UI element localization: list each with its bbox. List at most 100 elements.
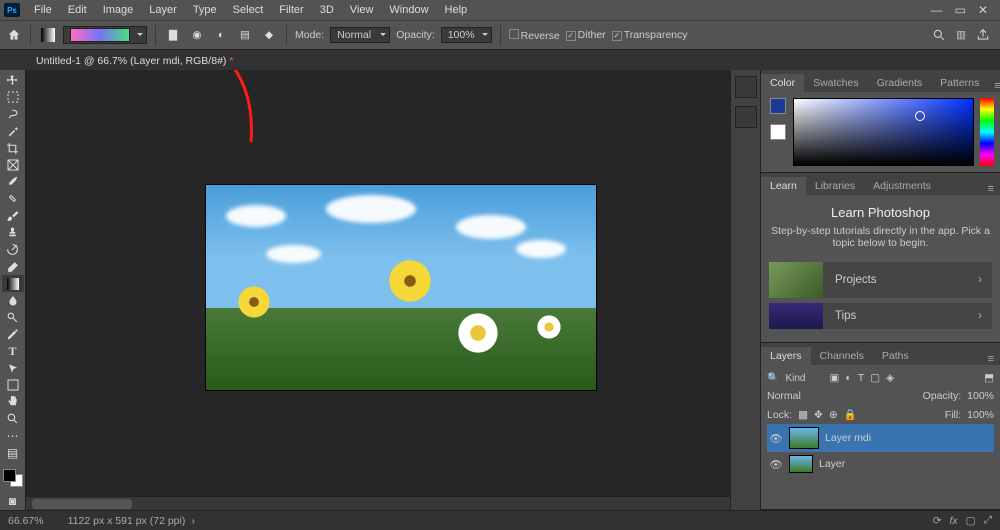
filter-type-icon[interactable]: T <box>858 372 864 384</box>
status-expand-icon[interactable]: ⤢ <box>984 514 992 527</box>
layer-filter-dropdown[interactable]: Kind <box>785 373 823 384</box>
layer-blend-dropdown[interactable]: Normal <box>767 390 827 402</box>
history-brush-tool-icon[interactable] <box>2 241 24 258</box>
hand-tool-icon[interactable] <box>2 394 24 411</box>
menu-file[interactable]: File <box>26 2 60 18</box>
type-tool-icon[interactable]: T <box>2 343 24 360</box>
quickmask-icon[interactable]: ◙ <box>2 493 24 510</box>
gradient-tool-icon[interactable] <box>2 275 24 292</box>
gradient-reflected-icon[interactable]: ▤ <box>236 26 254 44</box>
zoom-tool-icon[interactable] <box>2 410 24 427</box>
layer-row[interactable]: 👁 Layer <box>767 452 994 476</box>
lock-all-icon[interactable]: 🔒 <box>844 408 857 421</box>
document-canvas[interactable] <box>206 185 596 390</box>
tab-adjustments[interactable]: Adjustments <box>864 177 940 195</box>
wand-tool-icon[interactable] <box>2 123 24 140</box>
window-minimize-icon[interactable]: — <box>931 3 943 17</box>
blend-mode-dropdown[interactable]: Normal <box>330 27 390 43</box>
opacity-dropdown[interactable]: 100% <box>441 27 492 43</box>
menu-window[interactable]: Window <box>381 2 436 18</box>
document-dimensions[interactable]: 1122 px x 591 px (72 ppi) <box>68 515 186 527</box>
filter-shape-icon[interactable]: ▢ <box>870 372 880 384</box>
home-icon[interactable] <box>6 27 22 43</box>
tab-patterns[interactable]: Patterns <box>931 74 988 92</box>
menu-help[interactable]: Help <box>437 2 476 18</box>
learn-item-projects[interactable]: Projects › <box>769 262 992 298</box>
menu-type[interactable]: Type <box>185 2 225 18</box>
zoom-level[interactable]: 66.67% <box>8 515 44 527</box>
eraser-tool-icon[interactable] <box>2 258 24 275</box>
stamp-tool-icon[interactable] <box>2 224 24 241</box>
tab-learn[interactable]: Learn <box>761 177 806 195</box>
tab-paths[interactable]: Paths <box>873 347 918 365</box>
horizontal-scrollbar[interactable] <box>26 496 730 510</box>
share-icon[interactable] <box>976 28 990 42</box>
status-sync-icon[interactable]: ⟳ <box>933 515 942 527</box>
menu-edit[interactable]: Edit <box>60 2 95 18</box>
panel-menu-icon[interactable]: ≡ <box>982 183 1000 195</box>
frame-tool-icon[interactable] <box>2 157 24 174</box>
foreground-swatch[interactable] <box>770 98 786 114</box>
tab-color[interactable]: Color <box>761 74 804 92</box>
lasso-tool-icon[interactable] <box>2 106 24 123</box>
document-tab[interactable]: Untitled-1 @ 66.7% (Layer mdi, RGB/8#)* <box>26 51 244 70</box>
menu-image[interactable]: Image <box>95 2 142 18</box>
blur-tool-icon[interactable] <box>2 292 24 309</box>
search-icon[interactable]: 🔍 <box>767 373 779 384</box>
learn-item-tips[interactable]: Tips › <box>769 303 992 329</box>
menu-select[interactable]: Select <box>225 2 272 18</box>
tab-gradients[interactable]: Gradients <box>868 74 932 92</box>
search-icon[interactable] <box>932 28 946 42</box>
toolbar-more-icon[interactable]: ⋯ <box>2 427 24 444</box>
collapsed-panel-icon[interactable] <box>735 106 757 128</box>
dodge-tool-icon[interactable] <box>2 309 24 326</box>
menu-layer[interactable]: Layer <box>141 2 185 18</box>
layer-opacity-dropdown[interactable]: 100% <box>967 390 994 402</box>
visibility-icon[interactable]: 👁 <box>769 458 783 471</box>
panel-menu-icon[interactable]: ≡ <box>988 80 1000 92</box>
filter-adjust-icon[interactable]: ◐ <box>845 372 851 384</box>
lock-position-icon[interactable]: ✥ <box>814 409 823 421</box>
hue-slider[interactable] <box>980 98 994 166</box>
tab-channels[interactable]: Channels <box>811 347 873 365</box>
status-fullscreen-icon[interactable]: ▢ <box>966 515 976 527</box>
gradient-angle-icon[interactable]: ◐ <box>212 26 230 44</box>
transparency-checkbox[interactable]: ✓Transparency <box>612 29 688 41</box>
gradient-radial-icon[interactable]: ◉ <box>188 26 206 44</box>
marquee-tool-icon[interactable] <box>2 89 24 106</box>
menu-filter[interactable]: Filter <box>271 2 311 18</box>
crop-tool-icon[interactable] <box>2 140 24 157</box>
window-restore-icon[interactable]: ▭ <box>955 3 966 17</box>
gradient-linear-icon[interactable]: ▇ <box>164 26 182 44</box>
lock-artboard-icon[interactable]: ⊕ <box>829 409 838 421</box>
layer-fill-dropdown[interactable]: 100% <box>967 409 994 421</box>
brush-tool-icon[interactable] <box>2 207 24 224</box>
filter-pixel-icon[interactable]: ▣ <box>829 372 839 384</box>
lock-pixels-icon[interactable]: ▩ <box>798 409 808 421</box>
edit-toolbar-icon[interactable]: ▤ <box>2 444 24 461</box>
tab-swatches[interactable]: Swatches <box>804 74 868 92</box>
gradient-diamond-icon[interactable]: ◆ <box>260 26 278 44</box>
healing-tool-icon[interactable] <box>2 190 24 207</box>
color-swatch[interactable] <box>3 469 23 487</box>
chevron-right-icon[interactable]: › <box>191 515 195 527</box>
tab-layers[interactable]: Layers <box>761 347 811 365</box>
gradient-tool-icon[interactable] <box>39 26 57 44</box>
eyedropper-tool-icon[interactable] <box>2 174 24 191</box>
layer-row[interactable]: 👁 Layer mdi <box>767 424 994 452</box>
dither-checkbox[interactable]: ✓Dither <box>566 29 606 41</box>
visibility-icon[interactable]: 👁 <box>769 432 783 445</box>
background-swatch[interactable] <box>770 124 786 140</box>
panel-menu-icon[interactable]: ≡ <box>982 353 1000 365</box>
reverse-checkbox[interactable]: Reverse <box>509 29 560 42</box>
menu-view[interactable]: View <box>342 2 382 18</box>
filter-smart-icon[interactable]: ◈ <box>886 372 894 384</box>
collapsed-panel-icon[interactable] <box>735 76 757 98</box>
menu-3d[interactable]: 3D <box>312 2 342 18</box>
path-tool-icon[interactable] <box>2 360 24 377</box>
tab-libraries[interactable]: Libraries <box>806 177 864 195</box>
pen-tool-icon[interactable] <box>2 326 24 343</box>
shape-tool-icon[interactable] <box>2 377 24 394</box>
status-fx-icon[interactable]: fx <box>950 515 958 527</box>
color-field[interactable] <box>793 98 974 166</box>
